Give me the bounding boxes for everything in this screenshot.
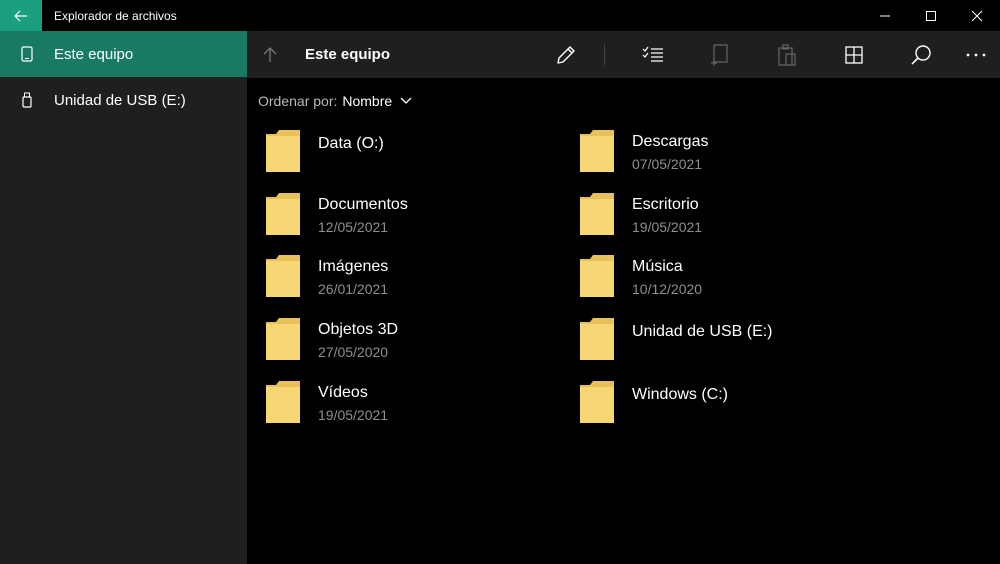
- folder-name: Unidad de USB (E:): [632, 323, 773, 341]
- paste-button[interactable]: [763, 31, 811, 78]
- arrow-up-icon: [263, 46, 277, 62]
- folder-name: Data (O:): [318, 135, 384, 152]
- arrow-left-icon: [14, 10, 27, 21]
- new-item-button[interactable]: [696, 31, 744, 78]
- grid-view-icon: [845, 45, 863, 64]
- search-button[interactable]: [897, 31, 945, 78]
- folder-name: Documentos: [318, 195, 408, 213]
- more-icon: [966, 53, 986, 56]
- folder-icon: [266, 380, 300, 423]
- maximize-icon: [926, 10, 936, 21]
- select-button[interactable]: [629, 31, 677, 78]
- folder-item[interactable]: Escritorio 19/05/2021: [576, 187, 876, 243]
- chevron-down-icon: [400, 97, 412, 105]
- sidebar-item-label: Unidad de USB (E:): [54, 91, 186, 109]
- title-bar: Explorador de archivos: [0, 0, 1000, 31]
- folder-name: Windows (C:): [632, 385, 729, 403]
- folder-date: 10/12/2020: [632, 281, 703, 298]
- folder-item[interactable]: Documentos 12/05/2021: [262, 187, 562, 243]
- toolbar-separator: [604, 44, 605, 65]
- folder-name: Vídeos: [318, 383, 368, 401]
- sidebar-item-label: Este equipo: [54, 45, 134, 63]
- folder-item[interactable]: Imágenes 26/01/2021: [262, 249, 562, 305]
- folder-icon: [580, 380, 614, 423]
- folder-icon: [580, 130, 614, 172]
- folder-item[interactable]: Música 10/12/2020: [576, 249, 876, 305]
- paste-icon: [778, 43, 796, 66]
- folder-icon: [580, 192, 614, 235]
- sidebar-item-este-equipo[interactable]: Este equipo: [0, 31, 247, 77]
- usb-drive-icon: [0, 92, 54, 108]
- more-button[interactable]: [952, 31, 1000, 78]
- sort-control[interactable]: Ordenar por: Nombre: [258, 90, 412, 112]
- folder-date: 26/01/2021: [318, 281, 389, 298]
- close-icon: [971, 10, 983, 21]
- back-button[interactable]: [0, 0, 42, 31]
- sort-value: Nombre: [342, 93, 393, 109]
- folder-icon: [580, 318, 614, 361]
- folder-date: 12/05/2021: [318, 218, 389, 235]
- folder-item[interactable]: Windows (C:): [576, 375, 876, 431]
- up-button[interactable]: [247, 31, 293, 78]
- folder-item[interactable]: Data (O:): [262, 124, 562, 180]
- folder-icon: [266, 318, 300, 361]
- folder-icon: [580, 255, 614, 298]
- folder-name: Imágenes: [318, 258, 389, 276]
- minimize-icon: [880, 15, 890, 16]
- tablet-icon: [0, 46, 54, 62]
- window-controls: [862, 0, 1000, 31]
- folder-date: 19/05/2021: [632, 218, 703, 235]
- folder-name: Música: [632, 258, 683, 276]
- view-button[interactable]: [830, 31, 878, 78]
- sidebar: Este equipo Unidad de USB (E:): [0, 31, 247, 564]
- folder-item[interactable]: Objetos 3D 27/05/2020: [262, 312, 562, 368]
- pencil-icon: [557, 45, 575, 64]
- folder-name: Escritorio: [632, 195, 699, 213]
- folder-item[interactable]: Vídeos 19/05/2021: [262, 375, 562, 431]
- app-title: Explorador de archivos: [54, 8, 177, 23]
- maximize-button[interactable]: [908, 0, 954, 31]
- folder-date: 19/05/2021: [318, 406, 389, 423]
- checklist-icon: [642, 46, 663, 62]
- sort-label: Ordenar por:: [258, 93, 338, 109]
- folder-name: Descargas: [632, 133, 709, 150]
- minimize-button[interactable]: [862, 0, 908, 31]
- folder-icon: [266, 192, 300, 235]
- folder-name: Objetos 3D: [318, 321, 399, 339]
- folder-item[interactable]: Descargas 07/05/2021: [576, 124, 876, 180]
- folder-icon: [266, 255, 300, 298]
- sidebar-item-usb[interactable]: Unidad de USB (E:): [0, 77, 247, 123]
- toolbar: Este equipo: [247, 31, 1000, 78]
- close-button[interactable]: [954, 0, 1000, 31]
- location-title: Este equipo: [305, 46, 391, 63]
- search-icon: [911, 44, 931, 65]
- folder-date: 07/05/2021: [632, 156, 703, 172]
- folder-icon: [266, 130, 300, 172]
- folder-item[interactable]: Unidad de USB (E:): [576, 312, 876, 368]
- new-item-icon: [711, 43, 728, 66]
- folder-date: 27/05/2020: [318, 344, 389, 361]
- rename-button[interactable]: [542, 31, 590, 78]
